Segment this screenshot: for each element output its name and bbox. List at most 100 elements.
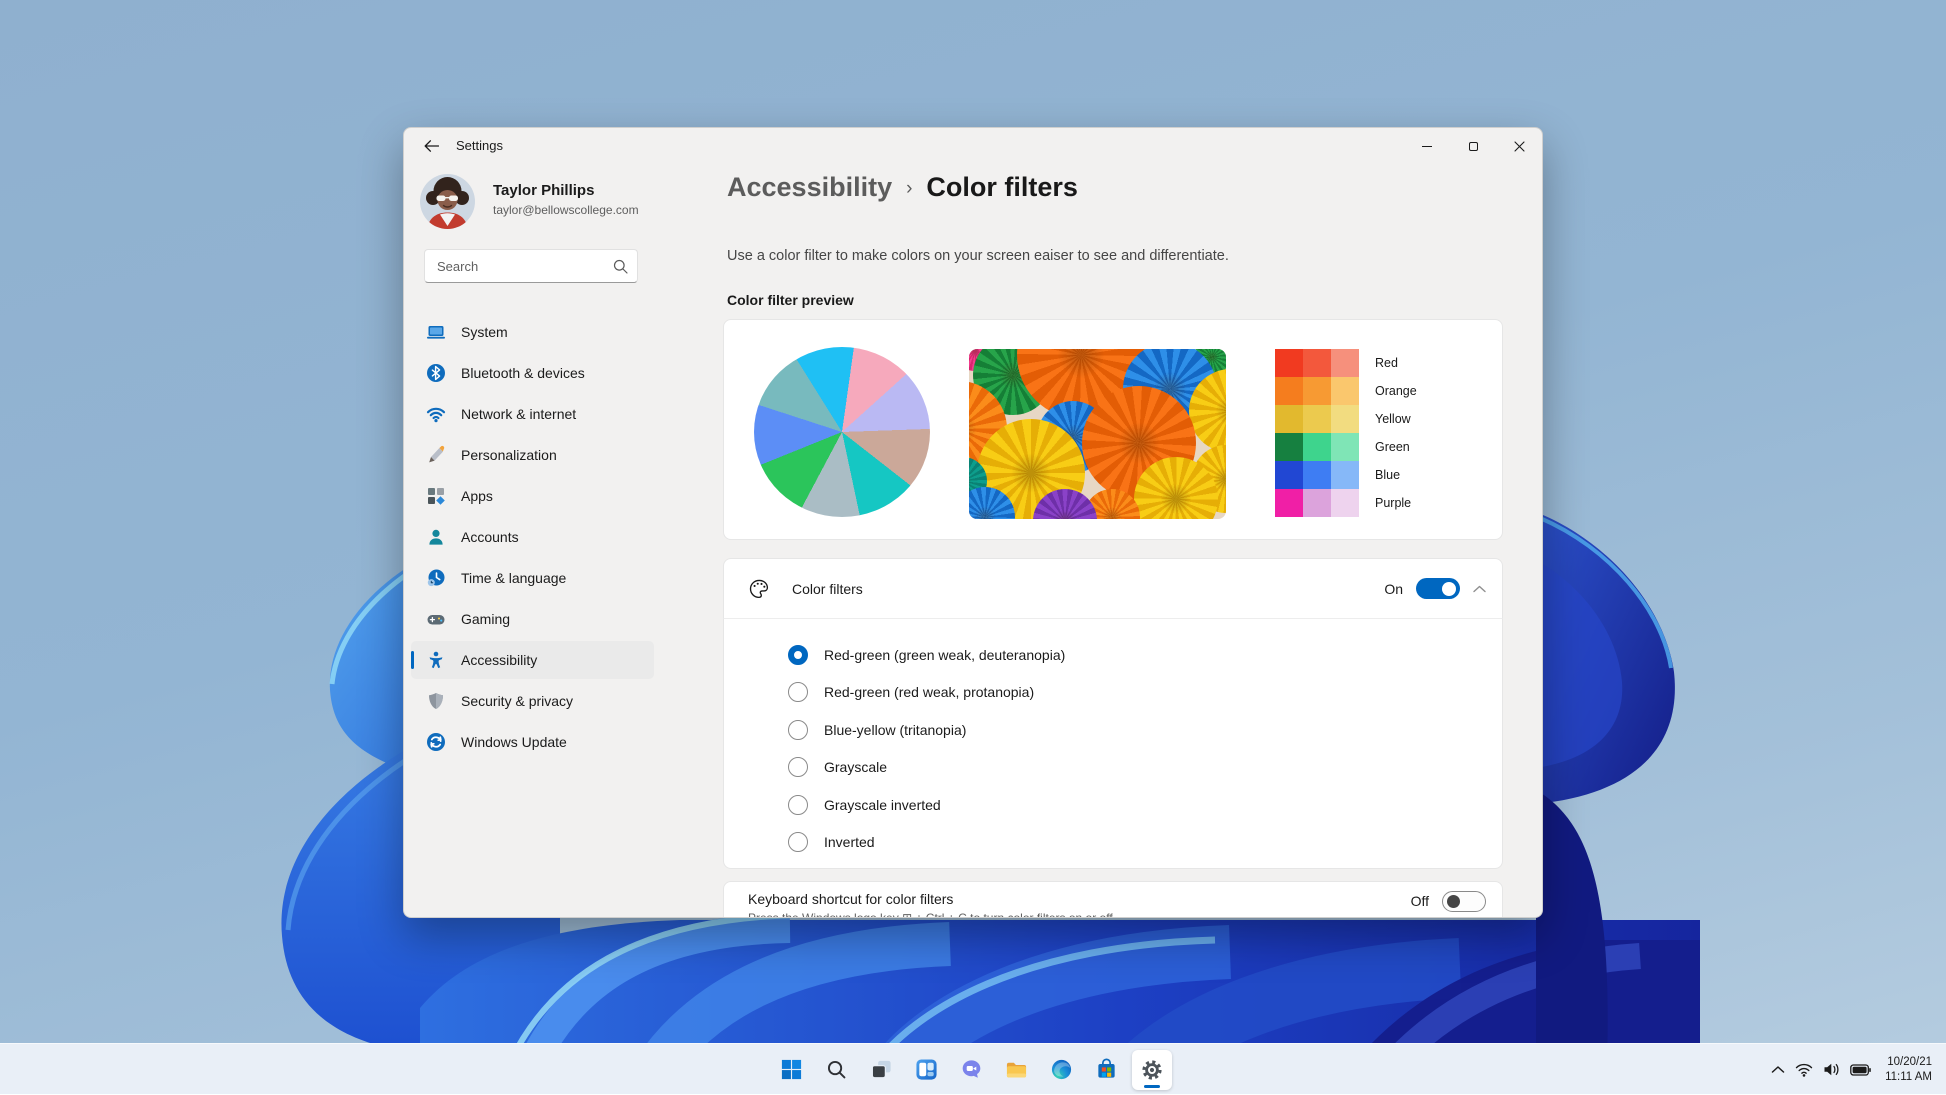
swatch-cell: [1275, 433, 1303, 461]
taskbar-taskview-button[interactable]: [862, 1050, 902, 1090]
radio-button[interactable]: [788, 682, 808, 702]
radio-button-selected[interactable]: [788, 645, 808, 665]
radio-option-red-green-red-weak-protanopia[interactable]: Red-green (red weak, protanopia): [724, 674, 1502, 712]
avatar-image: [420, 174, 475, 229]
breadcrumb-accessibility[interactable]: Accessibility: [727, 172, 892, 203]
taskbar-search-button[interactable]: [817, 1050, 857, 1090]
radio-option-blue-yellow-tritanopia[interactable]: Blue-yellow (tritanopia): [724, 711, 1502, 749]
update-icon: [426, 732, 446, 752]
taskbar-widgets-button[interactable]: [907, 1050, 947, 1090]
gaming-icon: [426, 609, 446, 629]
taskview-icon: [870, 1058, 893, 1081]
radio-option-label: Red-green (green weak, deuteranopia): [824, 647, 1065, 663]
sidebar-item-label: Security & privacy: [461, 693, 573, 709]
sidebar-item-accounts[interactable]: Accounts: [411, 518, 654, 556]
sidebar-item-label: Accessibility: [461, 652, 537, 668]
radio-option-label: Grayscale: [824, 759, 887, 775]
radio-option-label: Red-green (red weak, protanopia): [824, 684, 1034, 700]
preview-pinwheel-photo: [969, 349, 1226, 519]
maximize-button[interactable]: [1450, 128, 1496, 164]
search-box[interactable]: [424, 249, 638, 283]
volume-icon[interactable]: [1823, 1062, 1840, 1077]
swatch-cell: [1303, 377, 1331, 405]
toggle-knob: [1447, 895, 1460, 908]
radio-option-red-green-green-weak-deuteranopia[interactable]: Red-green (green weak, deuteranopia): [724, 636, 1502, 674]
apps-icon: [426, 486, 446, 506]
close-icon: [1514, 141, 1525, 152]
radio-button[interactable]: [788, 832, 808, 852]
chevron-up-icon[interactable]: [1473, 585, 1486, 593]
radio-option-inverted[interactable]: Inverted: [724, 824, 1502, 862]
bluetooth-icon: [426, 363, 446, 383]
settings-window: Settings Taylor Phillips taylor@bellowsc…: [403, 127, 1543, 918]
radio-option-label: Blue-yellow (tritanopia): [824, 722, 966, 738]
window-title: Settings: [456, 138, 503, 153]
wifi-icon[interactable]: [1795, 1063, 1813, 1077]
start-icon: [780, 1058, 803, 1081]
sidebar-item-label: Bluetooth & devices: [461, 365, 585, 381]
taskbar-settings-button[interactable]: [1132, 1050, 1172, 1090]
taskbar-edge-button[interactable]: [1042, 1050, 1082, 1090]
color-filters-label: Color filters: [792, 581, 863, 597]
sidebar-item-time-language[interactable]: Time & language: [411, 559, 654, 597]
swatch-cell: [1331, 377, 1359, 405]
radio-button[interactable]: [788, 757, 808, 777]
swatch-label: Yellow: [1375, 412, 1411, 426]
swatch-label: Purple: [1375, 496, 1411, 510]
taskbar-explorer-button[interactable]: [997, 1050, 1037, 1090]
palette-icon: [748, 578, 770, 605]
minimize-button[interactable]: [1404, 128, 1450, 164]
color-filter-options-list: Red-green (green weak, deuteranopia) Red-…: [723, 619, 1503, 869]
taskbar-icons: [769, 1044, 1174, 1095]
sidebar-item-accessibility[interactable]: Accessibility: [411, 641, 654, 679]
color-filters-expander[interactable]: Color filters On: [723, 558, 1503, 619]
sidebar-item-label: Accounts: [461, 529, 519, 545]
taskbar-store-button[interactable]: [1087, 1050, 1127, 1090]
sidebar-item-security-privacy[interactable]: Security & privacy: [411, 682, 654, 720]
sidebar-item-gaming[interactable]: Gaming: [411, 600, 654, 638]
network-icon: [426, 404, 446, 424]
swatch-row-blue: Blue: [1275, 461, 1417, 489]
sidebar-item-label: Time & language: [461, 570, 566, 586]
search-input[interactable]: [425, 250, 637, 282]
swatch-row-purple: Purple: [1275, 489, 1417, 517]
taskbar-start-button[interactable]: [772, 1050, 812, 1090]
sidebar-item-system[interactable]: System: [411, 313, 654, 351]
keyboard-shortcut-toggle[interactable]: [1442, 891, 1486, 912]
swatch-cell: [1275, 461, 1303, 489]
tray-date: 10/20/21: [1885, 1055, 1932, 1070]
sidebar-item-windows-update[interactable]: Windows Update: [411, 723, 654, 761]
swatch-label: Green: [1375, 440, 1410, 454]
radio-button[interactable]: [788, 720, 808, 740]
taskbar-chat-button[interactable]: [952, 1050, 992, 1090]
color-filters-toggle[interactable]: [1416, 578, 1460, 599]
search-icon: [613, 259, 628, 274]
swatch-cell: [1331, 349, 1359, 377]
sidebar-item-personalization[interactable]: Personalization: [411, 436, 654, 474]
swatch-cell: [1303, 405, 1331, 433]
swatch-cell: [1331, 489, 1359, 517]
avatar[interactable]: [420, 174, 475, 229]
sidebar-item-apps[interactable]: Apps: [411, 477, 654, 515]
taskbar-clock[interactable]: 10/20/21 11:11 AM: [1885, 1055, 1932, 1084]
tray-chevron-up-icon[interactable]: [1771, 1065, 1785, 1074]
swatch-row-green: Green: [1275, 433, 1417, 461]
radio-option-label: Inverted: [824, 834, 875, 850]
swatch-cell: [1303, 349, 1331, 377]
battery-icon[interactable]: [1850, 1064, 1871, 1076]
radio-button[interactable]: [788, 795, 808, 815]
keyboard-shortcut-state-label: Off: [1411, 893, 1429, 909]
radio-option-grayscale-inverted[interactable]: Grayscale inverted: [724, 786, 1502, 824]
back-button[interactable]: [421, 137, 441, 155]
swatch-cell: [1303, 461, 1331, 489]
explorer-icon: [1005, 1058, 1028, 1081]
maximize-icon: [1469, 142, 1478, 151]
settings-icon: [1140, 1058, 1164, 1082]
sidebar-item-network-internet[interactable]: Network & internet: [411, 395, 654, 433]
store-icon: [1095, 1058, 1118, 1081]
titlebar[interactable]: Settings: [404, 128, 1542, 164]
sidebar-item-bluetooth-devices[interactable]: Bluetooth & devices: [411, 354, 654, 392]
close-button[interactable]: [1496, 128, 1542, 164]
radio-option-grayscale[interactable]: Grayscale: [724, 749, 1502, 787]
security-icon: [426, 691, 446, 711]
